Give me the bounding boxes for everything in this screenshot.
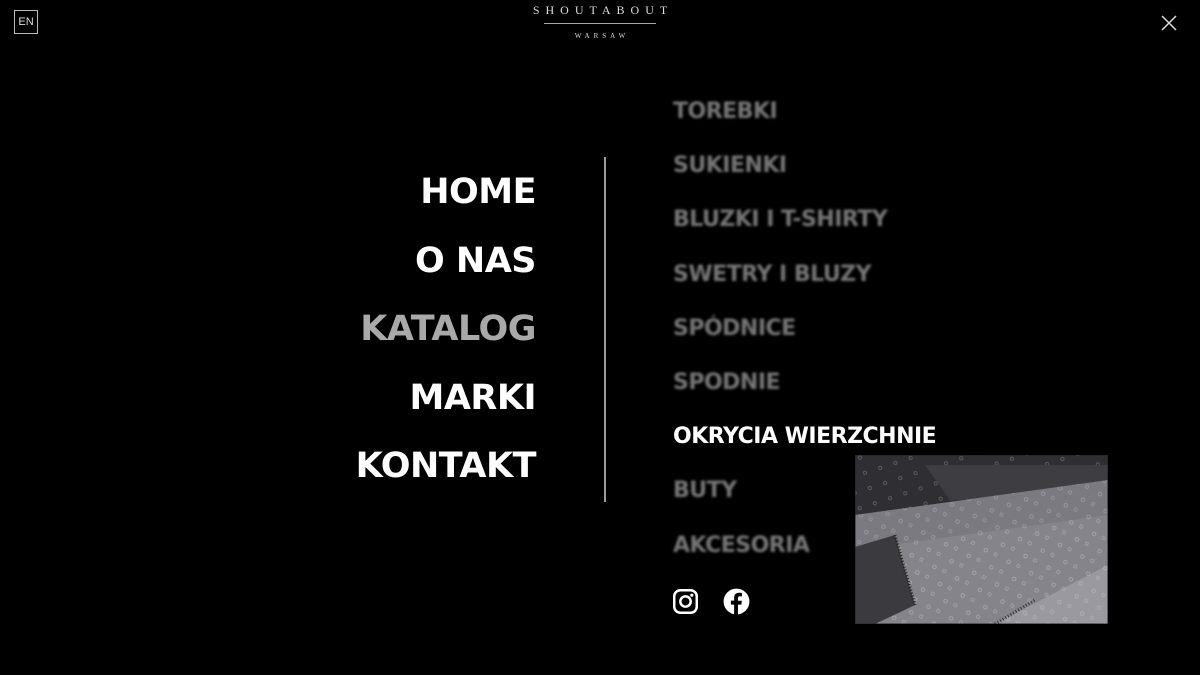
language-label: EN [18, 16, 34, 28]
category-preview-image [855, 455, 1108, 624]
close-menu-button[interactable] [1158, 12, 1180, 34]
language-switch-button[interactable]: EN [14, 10, 38, 34]
facebook-icon[interactable] [723, 588, 750, 615]
site-logo[interactable]: SHOUTABOUT WARSAW [480, 0, 720, 40]
scarves-photo [855, 455, 1108, 624]
instagram-icon[interactable] [672, 588, 699, 615]
main-nav-home[interactable]: HOME [356, 164, 536, 233]
social-links [672, 588, 750, 615]
sub-nav-sukienki[interactable]: SUKIENKI [673, 148, 936, 202]
main-nav-o-nas[interactable]: O NAS [356, 233, 537, 302]
sub-nav-torebki[interactable]: TOREBKI [673, 94, 936, 148]
main-navigation: HOME O NAS KATALOG MARKI KONTAKT [356, 164, 537, 507]
sub-nav-swetry[interactable]: SWETRY I BLUZY [673, 257, 936, 311]
sub-nav-bluzki[interactable]: BLUZKI I T-SHIRTY [673, 202, 936, 256]
menu-divider [604, 157, 606, 502]
logo-name: SHOUTABOUT [532, 3, 674, 17]
main-nav-katalog[interactable]: KATALOG [356, 301, 536, 370]
main-nav-marki[interactable]: MARKI [356, 370, 536, 439]
logo-underline [544, 23, 656, 24]
close-icon [1161, 15, 1177, 31]
sub-nav-spodnice[interactable]: SPÓDNICE [673, 311, 936, 365]
main-nav-kontakt[interactable]: KONTAKT [356, 438, 537, 507]
sub-nav-spodnie[interactable]: SPODNIE [673, 365, 936, 419]
logo-city: WARSAW [574, 32, 630, 40]
